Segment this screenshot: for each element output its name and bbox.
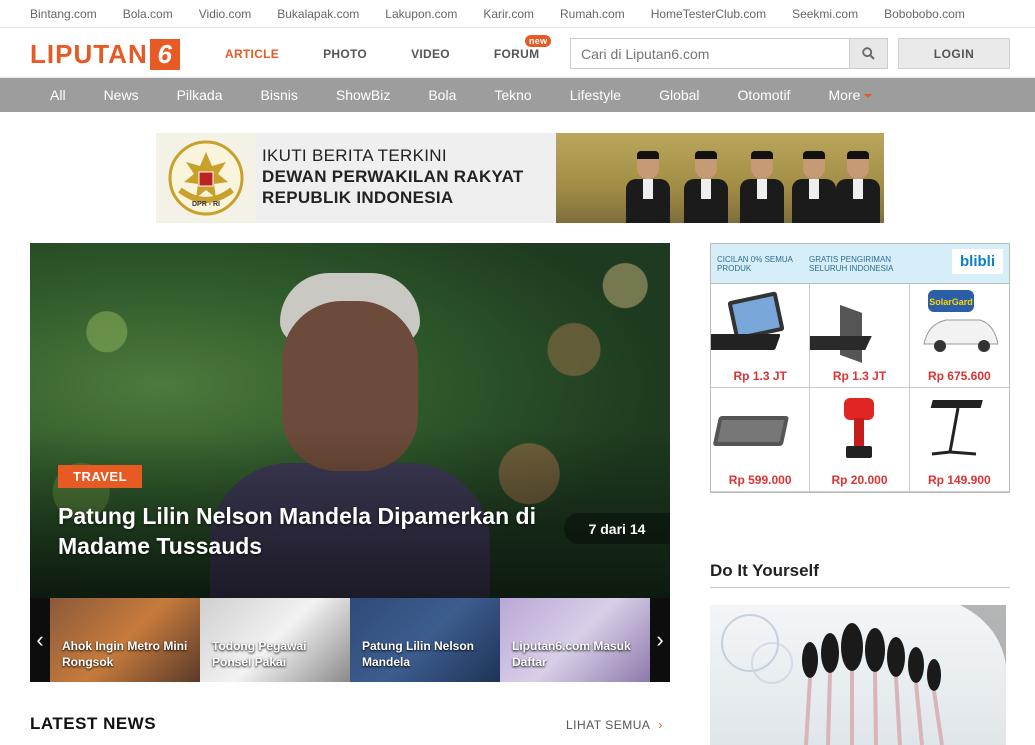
slider-next-button[interactable]: ›: [650, 598, 670, 682]
nav-forum[interactable]: FORUM new: [493, 35, 552, 61]
banner-line-1: IKUTI BERITA TERKINI: [262, 146, 447, 165]
new-badge: new: [525, 35, 552, 47]
banner-line-3: REPUBLIK INDONESIA: [262, 188, 454, 207]
category-news[interactable]: News: [104, 87, 139, 103]
nav-forum-label: FORUM: [493, 47, 540, 61]
car-window-film-image: SolarGard: [923, 290, 999, 352]
site-logo[interactable]: LIPUTAN 6: [30, 39, 180, 70]
category-pilkada[interactable]: Pilkada: [177, 87, 223, 103]
banner-line-2: DEWAN PERWAKILAN RAKYAT: [262, 167, 524, 186]
ad-product[interactable]: Rp 20.000: [810, 388, 910, 492]
network-link-rumah[interactable]: Rumah.com: [560, 7, 625, 21]
search-input[interactable]: [570, 38, 850, 69]
dpr-leaders-photo: [556, 133, 884, 223]
category-tekno[interactable]: Tekno: [494, 87, 531, 103]
makeup-brushes-image: [721, 605, 1006, 745]
category-bola[interactable]: Bola: [428, 87, 456, 103]
diy-image[interactable]: [710, 605, 1006, 745]
ad-price: Rp 1.3 JT: [832, 369, 887, 383]
keyboard-case-image: [795, 304, 873, 363]
chevron-right-icon: ›: [658, 718, 663, 732]
category-more-label: More: [828, 87, 861, 103]
ad-product[interactable]: Rp 599.000: [711, 388, 811, 492]
ad-promo-strip: CICILAN 0% SEMUA PRODUK GRATIS PENGIRIMA…: [711, 244, 1009, 284]
chevron-right-icon: ›: [656, 627, 664, 652]
logo-number: 6: [149, 39, 180, 70]
headline-slider[interactable]: TRAVEL Patung Lilin Nelson Mandela Dipam…: [30, 243, 670, 598]
thumbnail-caption: Liputan6.com Masuk Daftar: [512, 639, 631, 669]
thumbnail-item[interactable]: Liputan6.com Masuk Daftar: [500, 598, 650, 682]
category-all[interactable]: All: [50, 87, 66, 103]
ad-price: Rp 1.3 JT: [733, 369, 787, 383]
category-more[interactable]: More: [828, 87, 873, 103]
caret-down-icon: [864, 94, 873, 99]
category-showbiz[interactable]: ShowBiz: [336, 87, 390, 103]
ad-product[interactable]: Rp 149.900: [909, 388, 1009, 492]
thumbnail-item[interactable]: Ahok Ingin Metro Mini Rongsok: [50, 598, 200, 682]
main-nav: ARTICLE PHOTO VIDEO FORUM new: [225, 35, 583, 61]
search-icon: [862, 47, 875, 60]
seal-text: DPR - RI: [192, 201, 220, 208]
garuda-seal-logo: DPR - RI: [156, 133, 256, 223]
nav-video[interactable]: VIDEO: [411, 47, 450, 61]
hero-headline[interactable]: Patung Lilin Nelson Mandela Dipamerkan d…: [58, 501, 578, 561]
latest-news-heading: LATEST NEWS: [30, 714, 157, 733]
ad-promo-1: CICILAN 0% SEMUA PRODUK: [717, 254, 793, 273]
tablet-keyboard-image: [699, 291, 785, 350]
network-link-seekmi[interactable]: Seekmi.com: [792, 7, 858, 21]
see-all-label: LIHAT SEMUA: [566, 718, 651, 732]
ad-promo-2: GRATIS PENGIRIMAN SELURUH INDONESIA: [809, 254, 894, 273]
site-header: LIPUTAN 6 ARTICLE PHOTO VIDEO FORUMnew L…: [0, 28, 1035, 78]
login-button[interactable]: LOGIN: [898, 38, 1010, 69]
diy-section-title: Do It Yourself: [710, 561, 1010, 588]
network-link-lakupon[interactable]: Lakupon.com: [385, 7, 457, 21]
logo-word: LIPUTAN: [30, 39, 148, 69]
thumbnail-caption: Patung Lilin Nelson Mandela: [362, 639, 475, 669]
network-link-vidio[interactable]: Vidio.com: [199, 7, 251, 21]
category-bisnis[interactable]: Bisnis: [261, 87, 298, 103]
dpr-banner-ad[interactable]: DPR - RI IKUTI BERITA TERKINI DEWAN PERW…: [156, 133, 884, 223]
search-button[interactable]: [850, 38, 888, 69]
network-link-bukalapak[interactable]: Bukalapak.com: [277, 7, 359, 21]
banner-text: IKUTI BERITA TERKINI DEWAN PERWAKILAN RA…: [256, 133, 556, 223]
network-link-bintang[interactable]: Bintang.com: [30, 7, 97, 21]
network-links-bar: Bintang.com Bola.com Vidio.com Bukalapak…: [0, 0, 1035, 28]
thumbnail-item[interactable]: Patung Lilin Nelson Mandela: [350, 598, 500, 682]
network-link-bobobobo[interactable]: Bobobobo.com: [884, 7, 965, 21]
blibli-side-ad[interactable]: CICILAN 0% SEMUA PRODUK GRATIS PENGIRIMA…: [699, 243, 1010, 493]
slider-thumbnails: Ahok Ingin Metro Mini Rongsok Todong Peg…: [30, 598, 670, 682]
phone-holder-image: [844, 398, 875, 458]
network-link-bola[interactable]: Bola.com: [123, 7, 173, 21]
blibli-logo: blibli: [952, 249, 1003, 274]
category-nav: All News Pilkada Bisnis ShowBiz Bola Tek…: [0, 78, 1035, 112]
ad-product[interactable]: SolarGard Rp 675.600: [909, 284, 1009, 388]
category-global[interactable]: Global: [659, 87, 699, 103]
search-box: [570, 38, 888, 69]
ad-price: Rp 20.000: [831, 473, 888, 487]
ad-product[interactable]: Rp 1.3 JT: [795, 284, 910, 388]
thumbnail-caption: Todong Pegawai Ponsel Pakai: [212, 639, 307, 669]
svg-text:SolarGard: SolarGard: [929, 297, 973, 307]
nav-photo[interactable]: PHOTO: [323, 47, 367, 61]
thumbnail-caption: Ahok Ingin Metro Mini Rongsok: [62, 639, 188, 669]
ad-product-grid: Rp 1.3 JT Rp 1.3 JT SolarGard Rp 675.600…: [699, 284, 1009, 492]
ad-price: Rp 149.900: [927, 473, 991, 487]
nav-article[interactable]: ARTICLE: [225, 47, 279, 61]
thumbnail-item[interactable]: Todong Pegawai Ponsel Pakai: [200, 598, 350, 682]
network-link-hometesterclub[interactable]: HomeTesterClub.com: [651, 7, 766, 21]
slider-prev-button[interactable]: ‹: [30, 598, 50, 682]
ad-product[interactable]: Rp 1.3 JT: [699, 284, 811, 388]
ad-price: Rp 599.000: [728, 473, 792, 487]
ad-price: Rp 675.600: [927, 369, 991, 383]
category-otomotif[interactable]: Otomotif: [738, 87, 791, 103]
laptop-table-image: [930, 400, 983, 456]
see-all-link[interactable]: LIHAT SEMUA ›: [566, 718, 663, 732]
wireless-keyboard-image: [713, 416, 789, 446]
hero-category-tag[interactable]: TRAVEL: [58, 465, 143, 488]
slide-counter: 7 dari 14: [564, 513, 670, 544]
chevron-left-icon: ‹: [36, 627, 44, 652]
network-link-karir[interactable]: Karir.com: [483, 7, 534, 21]
category-lifestyle[interactable]: Lifestyle: [570, 87, 621, 103]
